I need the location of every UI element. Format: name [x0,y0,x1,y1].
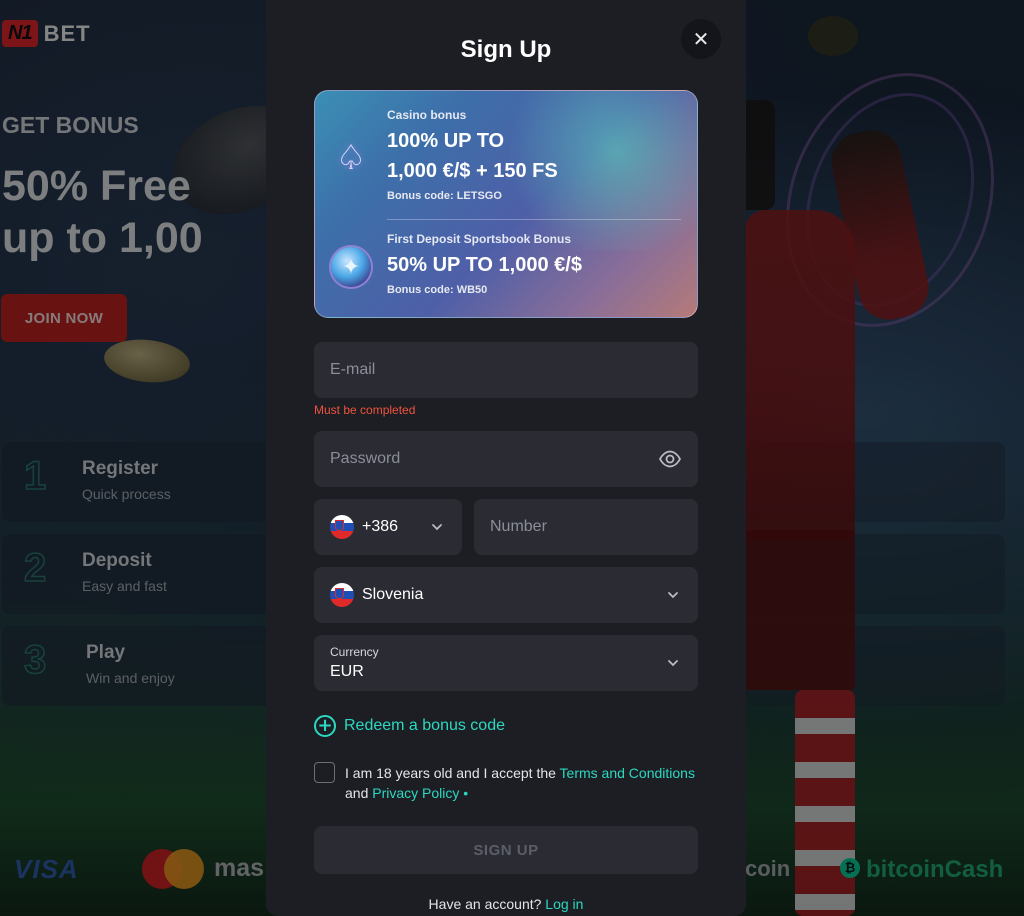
terms-link[interactable]: Terms and Conditions [560,765,695,781]
modal-title: Sign Up [460,36,552,63]
plus-circle-icon: + [314,715,336,737]
email-error: Must be completed [314,403,416,417]
sports-ball-icon: ✦ [331,247,371,287]
slovenia-flag-icon [330,583,354,607]
bonus-label: First Deposit Sportsbook Bonus [387,232,572,246]
slovenia-flag-icon [330,515,354,539]
bonus-card: ♤ Casino bonus 100% UP TO 1,000 €/$ + 15… [314,90,698,318]
chevron-down-icon [432,524,442,531]
login-prompt-text: Have an account? [428,896,546,912]
country-value: Slovenia [362,586,424,603]
bonus-code-value: WB50 [456,284,488,296]
phone-number-field [474,499,698,555]
close-icon: ✕ [692,27,710,51]
password-field [314,431,698,487]
login-prompt: Have an account? Log in [266,896,746,912]
age-terms-checkbox[interactable] [314,762,335,783]
currency-select[interactable]: Currency EUR [314,635,698,691]
bonus-code-value: LETSGO [456,190,502,202]
phone-number-input[interactable] [474,499,698,555]
bonus-offer[interactable]: ♤ Casino bonus 100% UP TO 1,000 €/$ + 15… [315,91,697,219]
eye-icon[interactable] [658,447,682,471]
chevron-down-icon [668,660,678,667]
signup-modal: Sign Up ✕ ♤ Casino bonus 100% UP TO 1,00… [266,0,746,916]
bonus-amount-line: 1,000 €/$ + 150 FS [387,160,558,182]
terms-text: I am 18 years old and I accept the Terms… [345,763,705,803]
signup-button[interactable]: SIGN UP [314,826,698,874]
bonus-code-prefix: Bonus code: [387,190,454,202]
privacy-policy-link[interactable]: Privacy Policy [372,785,459,801]
bonus-amount: 100% UP TO 1,000 €/$ + 150 FS [387,126,681,186]
phone-code-value: +386 [362,518,399,535]
bonus-offer-text: First Deposit Sportsbook Bonus 50% UP TO… [387,232,681,296]
email-field [314,342,698,398]
currency-label: Currency [330,645,379,659]
terms-and: and [345,785,373,801]
bonus-code-prefix: Bonus code: [387,284,454,296]
currency-value: EUR [330,663,364,680]
bonus-amount: 50% UP TO 1,000 €/$ [387,254,582,276]
phone-country-code-select[interactable]: +386 [314,499,462,555]
required-mark: • [459,785,469,801]
bonus-divider [387,219,681,220]
email-input[interactable] [314,342,698,398]
bonus-code: Bonus code: WB50 [387,284,681,296]
redeem-label: Redeem a bonus code [344,717,505,734]
redeem-bonus-code-link[interactable]: + Redeem a bonus code [314,715,505,737]
password-input[interactable] [314,431,698,487]
login-link[interactable]: Log in [545,896,583,912]
spade-icon: ♤ [335,138,367,178]
terms-prefix: I am 18 years old and I accept the [345,765,560,781]
close-button[interactable]: ✕ [681,19,721,59]
bonus-label: Casino bonus [387,108,467,122]
bonus-code: Bonus code: LETSGO [387,190,681,202]
chevron-down-icon [668,592,678,599]
country-select[interactable]: Slovenia [314,567,698,623]
bonus-amount-line: 100% UP TO [387,130,505,152]
